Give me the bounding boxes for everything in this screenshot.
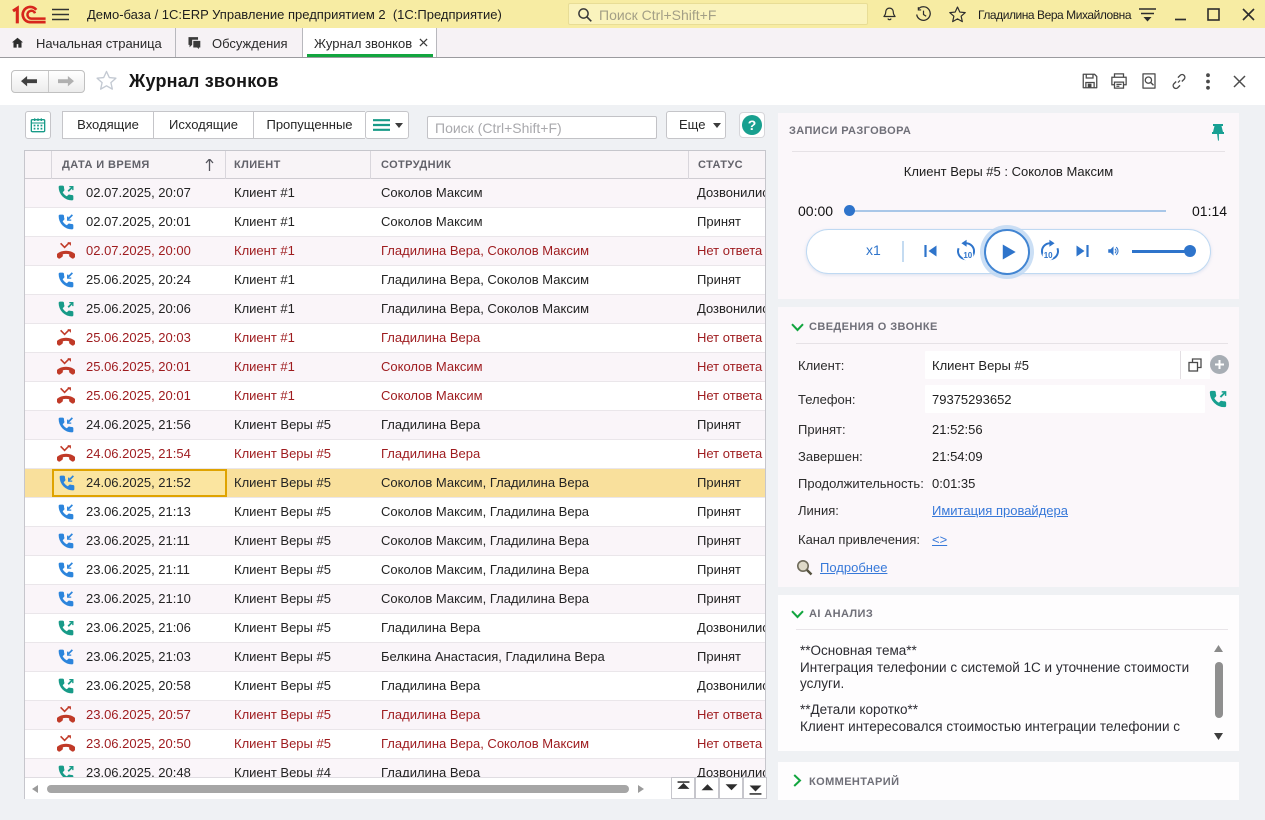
svg-text:10: 10	[963, 251, 972, 260]
svg-text:10: 10	[1044, 251, 1053, 260]
